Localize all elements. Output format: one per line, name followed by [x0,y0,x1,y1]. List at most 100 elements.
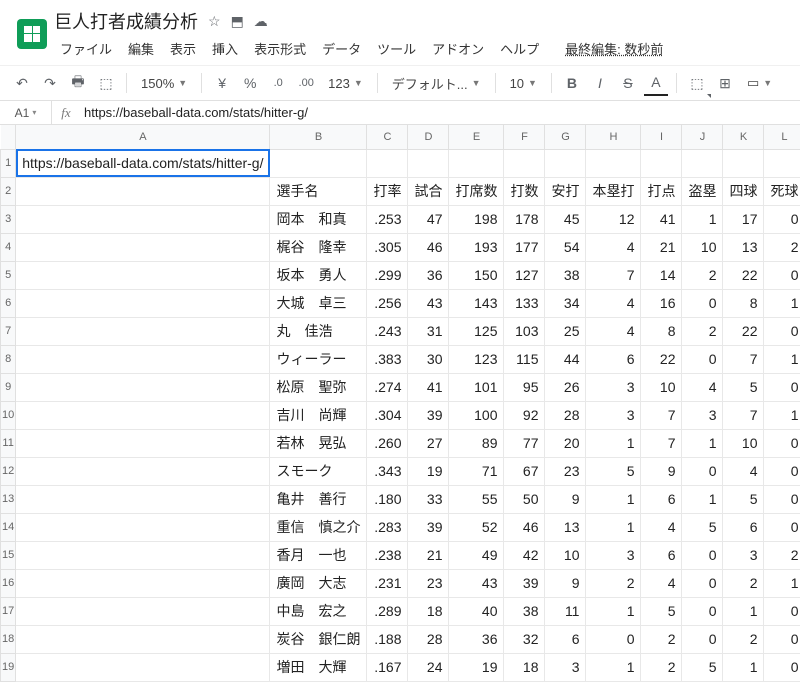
number-format-dropdown[interactable]: 123▼ [322,70,369,96]
cell[interactable]: 45 [545,205,586,233]
cell[interactable]: 0 [682,289,723,317]
cell[interactable]: ウィーラー [270,345,367,373]
cell[interactable]: 9 [545,569,586,597]
cell[interactable]: 0 [764,625,800,653]
cell[interactable]: 9 [545,485,586,513]
cell[interactable]: 松原 聖弥 [270,373,367,401]
cell[interactable]: 42 [504,541,545,569]
cell[interactable]: 39 [504,569,545,597]
redo-button[interactable]: ↷ [38,70,62,96]
col-header-C[interactable]: C [367,125,408,149]
cell[interactable]: 77 [504,429,545,457]
cell[interactable]: 4 [586,233,641,261]
cell[interactable] [16,513,270,541]
cell[interactable]: 22 [641,345,682,373]
cell[interactable]: 125 [449,317,504,345]
row-header-3[interactable]: 3 [1,205,16,233]
cell[interactable]: 115 [504,345,545,373]
increase-decimal-button[interactable]: .00 [294,70,318,96]
star-icon[interactable]: ☆ [208,13,221,30]
cell[interactable]: .383 [367,345,408,373]
menu-ツール[interactable]: ツール [371,36,422,61]
cell[interactable]: 41 [408,373,449,401]
cell[interactable]: 5 [723,485,764,513]
cell[interactable] [270,149,367,177]
paint-format-button[interactable]: ⬚ [94,70,118,96]
cell[interactable]: 28 [545,401,586,429]
print-button[interactable]: 🖶 [66,70,90,96]
cell[interactable] [16,233,270,261]
cell[interactable]: 3 [586,401,641,429]
cell[interactable]: 10 [641,373,682,401]
cell[interactable]: 0 [764,317,800,345]
cell[interactable]: 9 [641,457,682,485]
cell[interactable]: 101 [449,373,504,401]
cell[interactable]: 2 [723,569,764,597]
row-header-14[interactable]: 14 [1,513,16,541]
cell[interactable]: 4 [641,569,682,597]
cell[interactable]: 0 [586,625,641,653]
cell[interactable]: .238 [367,541,408,569]
name-box[interactable]: A1▾ [0,101,52,124]
strikethrough-button[interactable]: S [616,70,640,96]
cell[interactable]: 177 [504,233,545,261]
cell[interactable] [641,149,682,177]
cell[interactable]: 21 [408,541,449,569]
cell[interactable]: 14 [641,261,682,289]
cell[interactable]: .188 [367,625,408,653]
cell[interactable]: .274 [367,373,408,401]
font-dropdown[interactable]: デフォルト...▼ [386,70,487,96]
cell[interactable]: .180 [367,485,408,513]
cell[interactable]: 4 [723,457,764,485]
cell[interactable]: 若林 晃弘 [270,429,367,457]
menu-アドオン[interactable]: アドオン [426,36,490,61]
cell[interactable] [16,429,270,457]
move-folder-icon[interactable]: ⬒ [231,13,244,30]
cell[interactable]: 1 [764,569,800,597]
cell[interactable]: 1 [682,205,723,233]
cell[interactable] [16,261,270,289]
cell[interactable] [16,401,270,429]
cell[interactable]: 49 [449,541,504,569]
cell[interactable]: 38 [504,597,545,625]
row-header-5[interactable]: 5 [1,261,16,289]
cell[interactable]: 8 [641,317,682,345]
cell[interactable]: 103 [504,317,545,345]
cell[interactable]: 95 [504,373,545,401]
cell[interactable]: 10 [723,429,764,457]
cell[interactable]: 28 [408,625,449,653]
cell[interactable]: 1 [682,429,723,457]
cell[interactable]: 17 [723,205,764,233]
cell[interactable]: 0 [764,485,800,513]
cell[interactable] [16,485,270,513]
row-header-6[interactable]: 6 [1,289,16,317]
row-header-17[interactable]: 17 [1,597,16,625]
cell[interactable]: .299 [367,261,408,289]
cell[interactable]: 0 [764,429,800,457]
col-header-B[interactable]: B [270,125,367,149]
cell[interactable]: 193 [449,233,504,261]
cell[interactable]: 11 [545,597,586,625]
cell[interactable]: 試合 [408,177,449,205]
cell[interactable]: .253 [367,205,408,233]
cell[interactable]: 丸 佳浩 [270,317,367,345]
cell[interactable]: 打席数 [449,177,504,205]
cell[interactable]: 2 [723,625,764,653]
cell[interactable]: .305 [367,233,408,261]
cell[interactable]: 178 [504,205,545,233]
cell[interactable]: 143 [449,289,504,317]
cell[interactable]: 6 [545,625,586,653]
cell[interactable]: 150 [449,261,504,289]
cell[interactable]: 4 [641,513,682,541]
cell[interactable]: 2 [682,317,723,345]
cell[interactable]: 0 [764,205,800,233]
cell[interactable] [16,457,270,485]
cell[interactable]: 1 [764,401,800,429]
cell[interactable] [16,205,270,233]
cell[interactable] [16,541,270,569]
cell[interactable]: 1 [586,429,641,457]
cell[interactable]: 0 [682,541,723,569]
cell[interactable]: 47 [408,205,449,233]
cell[interactable]: 7 [641,401,682,429]
row-header-11[interactable]: 11 [1,429,16,457]
